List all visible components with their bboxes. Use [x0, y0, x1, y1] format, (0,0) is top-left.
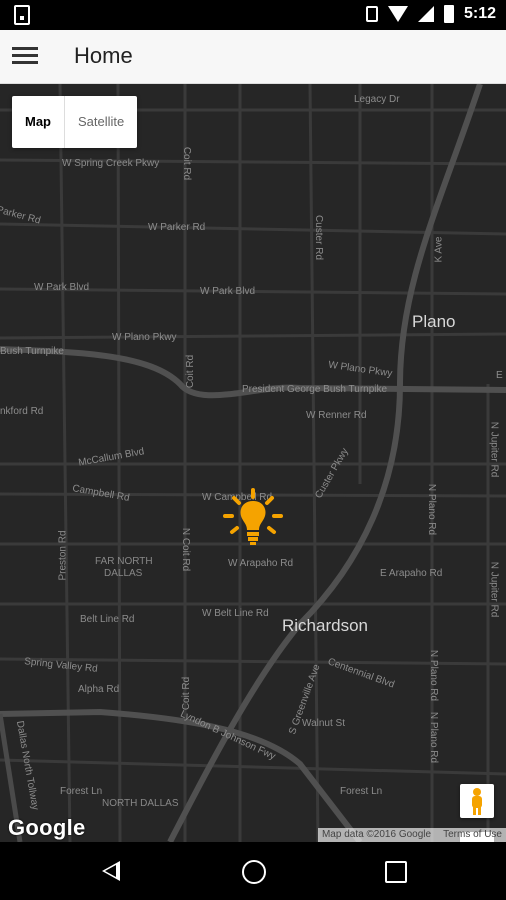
status-time: 5:12	[463, 5, 496, 22]
map-label: E Arapaho Rd	[380, 568, 443, 579]
map-label: W Plano Pkwy	[112, 332, 177, 343]
map-label: N Plano Rd	[426, 483, 438, 536]
map-label: Coit Rd	[181, 146, 193, 181]
map-label: Alpha Rd	[78, 684, 120, 695]
map-label: W Parker Rd	[148, 222, 206, 233]
map-label: Bush Turnpike	[0, 346, 64, 357]
map-label: President George Bush Turnpike	[242, 384, 388, 395]
map-label: Forest Ln	[60, 786, 103, 797]
map-label-area: DALLAS	[104, 568, 143, 579]
map-label: Walnut St	[302, 718, 345, 729]
street-view-pegman-button[interactable]	[460, 784, 494, 818]
map-label-area: NORTH DALLAS	[102, 798, 179, 809]
map-label: N Jupiter Rd	[488, 561, 500, 618]
terms-of-use-link[interactable]: Terms of Use	[443, 828, 502, 842]
map-label: K Ave	[433, 236, 445, 263]
map-label: N Jupiter Rd	[488, 421, 500, 478]
recent-apps-icon[interactable]	[385, 861, 407, 883]
map-label: W Spring Creek Pkwy	[62, 158, 160, 169]
map-label-area: FAR NORTH	[95, 556, 153, 567]
map-label: Forest Ln	[340, 786, 383, 797]
menu-button[interactable]	[12, 44, 38, 68]
map-label: nkford Rd	[0, 406, 44, 417]
map-label: Preston Rd	[57, 530, 69, 581]
vibrate-icon	[365, 6, 378, 22]
map-view[interactable]: Map Satellite Legacy Dr W Spring Creek P…	[0, 84, 506, 842]
map-label-city: Richardson	[282, 616, 368, 635]
map-label: E	[496, 370, 503, 381]
map-label: W Park Blvd	[200, 286, 256, 297]
navigation-bar	[0, 842, 506, 900]
map-type-map-button[interactable]: Map	[12, 96, 65, 148]
cell-signal-icon	[417, 6, 434, 22]
map-label: N Coit Rd	[180, 527, 192, 572]
app-bar: Home	[0, 30, 506, 84]
google-logo: Google	[8, 815, 86, 840]
map-label: Belt Line Rd	[80, 614, 135, 625]
pegman-icon	[472, 788, 482, 815]
map-data-attribution: Map data ©2016 Google	[321, 829, 432, 840]
map-label: W Arapaho Rd	[228, 558, 294, 569]
page-title: Home	[74, 43, 133, 68]
wifi-icon	[387, 6, 408, 22]
home-icon[interactable]	[242, 860, 266, 884]
map-type-satellite-button[interactable]: Satellite	[65, 96, 137, 148]
map-label: W Park Blvd	[34, 282, 90, 293]
map-label: W Belt Line Rd	[202, 608, 269, 619]
battery-icon	[443, 5, 454, 23]
map-label: W Renner Rd	[306, 410, 367, 421]
status-bar: 5:12	[0, 0, 506, 30]
map-label-city: Plano	[412, 312, 456, 331]
map-attribution: Map data ©2016 Google Terms of Use	[317, 828, 506, 842]
map-type-control: Map Satellite	[12, 96, 138, 148]
map-label: Coit Rd	[181, 676, 193, 711]
back-icon[interactable]	[102, 861, 120, 881]
map-label: Custer Rd	[313, 214, 325, 261]
map-label: Coit Rd	[185, 354, 197, 389]
notification-icon	[14, 5, 30, 25]
map-label: Legacy Dr	[354, 94, 400, 105]
hamburger-icon	[12, 47, 38, 50]
map-label: N Plano Rd	[428, 649, 440, 702]
map-label: N Plano Rd	[428, 711, 440, 764]
status-icons: 5:12	[365, 5, 496, 23]
